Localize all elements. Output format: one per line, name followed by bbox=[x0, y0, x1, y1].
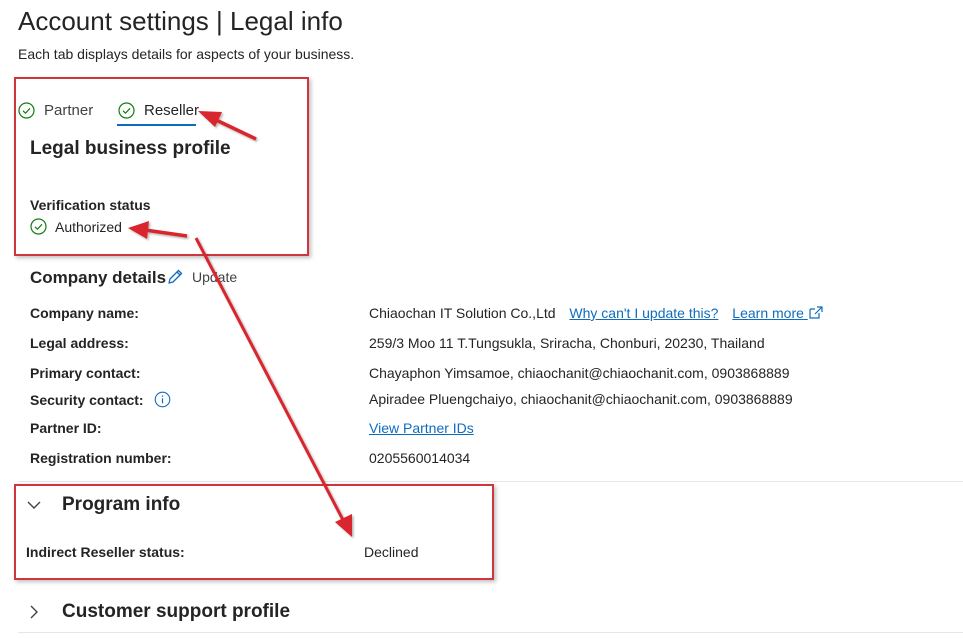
tab-selected-indicator bbox=[117, 124, 196, 126]
pencil-icon bbox=[168, 269, 183, 284]
company-name-label: Company name: bbox=[30, 305, 139, 321]
primary-contact-value: Chayaphon Yimsamoe, chiaochanit@chiaocha… bbox=[369, 365, 790, 381]
learn-more-label: Learn more bbox=[732, 305, 804, 321]
check-circle-icon bbox=[118, 101, 135, 119]
verification-status-label: Verification status bbox=[30, 197, 151, 213]
section-divider bbox=[18, 481, 963, 482]
verification-status-text: Authorized bbox=[55, 218, 122, 235]
check-circle-icon bbox=[18, 101, 35, 119]
program-info-heading: Program info bbox=[62, 494, 181, 515]
learn-more-link[interactable]: Learn more bbox=[732, 305, 807, 321]
update-button-label: Update bbox=[192, 269, 238, 285]
tab-partner-label: Partner bbox=[44, 101, 94, 119]
page-subtitle: Each tab displays details for aspects of… bbox=[18, 46, 355, 62]
update-button[interactable]: Update bbox=[166, 268, 237, 286]
legal-business-profile-heading: Legal business profile bbox=[30, 138, 231, 159]
why-cant-update-link[interactable]: Why can't I update this? bbox=[569, 305, 718, 321]
partner-id-label: Partner ID: bbox=[30, 420, 102, 436]
chevron-right-icon bbox=[30, 605, 38, 619]
title-separator: | bbox=[216, 6, 223, 36]
security-contact-label-row: Security contact: bbox=[30, 391, 171, 408]
page-title-section: Legal info bbox=[230, 6, 343, 36]
security-contact-label: Security contact: bbox=[30, 391, 144, 408]
legal-address-value: 259/3 Moo 11 T.Tungsukla, Sriracha, Chon… bbox=[369, 335, 765, 351]
security-contact-value: Apiradee Pluengchaiyo, chiaochanit@chiao… bbox=[369, 391, 793, 407]
company-details-heading: Company details bbox=[30, 268, 167, 287]
verification-status-value: Authorized bbox=[30, 218, 122, 235]
tab-reseller[interactable]: Reseller bbox=[118, 94, 199, 126]
tab-partner[interactable]: Partner bbox=[18, 94, 93, 126]
indirect-reseller-status-label: Indirect Reseller status: bbox=[26, 544, 185, 560]
registration-number-label: Registration number: bbox=[30, 450, 172, 466]
customer-support-profile-heading: Customer support profile bbox=[62, 601, 291, 622]
legal-address-label: Legal address: bbox=[30, 335, 129, 351]
tab-reseller-label: Reseller bbox=[144, 101, 200, 119]
program-info-accordion[interactable]: Program info bbox=[26, 494, 180, 516]
company-name-row: Chiaochan IT Solution Co.,Ltd Why can't … bbox=[369, 305, 824, 321]
chevron-down-icon bbox=[27, 501, 41, 509]
view-partner-ids-link[interactable]: View Partner IDs bbox=[369, 420, 474, 436]
primary-contact-label: Primary contact: bbox=[30, 365, 141, 381]
info-icon[interactable] bbox=[154, 391, 171, 408]
external-link-icon bbox=[809, 306, 823, 319]
page-title-main: Account settings bbox=[18, 6, 209, 36]
customer-support-profile-accordion[interactable]: Customer support profile bbox=[26, 601, 290, 623]
registration-number-value: 0205560014034 bbox=[369, 450, 471, 466]
section-divider bbox=[18, 632, 963, 633]
indirect-reseller-status-value: Declined bbox=[364, 544, 419, 560]
company-name-value: Chiaochan IT Solution Co.,Ltd bbox=[369, 305, 556, 321]
page-title: Account settings | Legal info bbox=[18, 6, 343, 37]
check-circle-icon bbox=[30, 218, 47, 235]
